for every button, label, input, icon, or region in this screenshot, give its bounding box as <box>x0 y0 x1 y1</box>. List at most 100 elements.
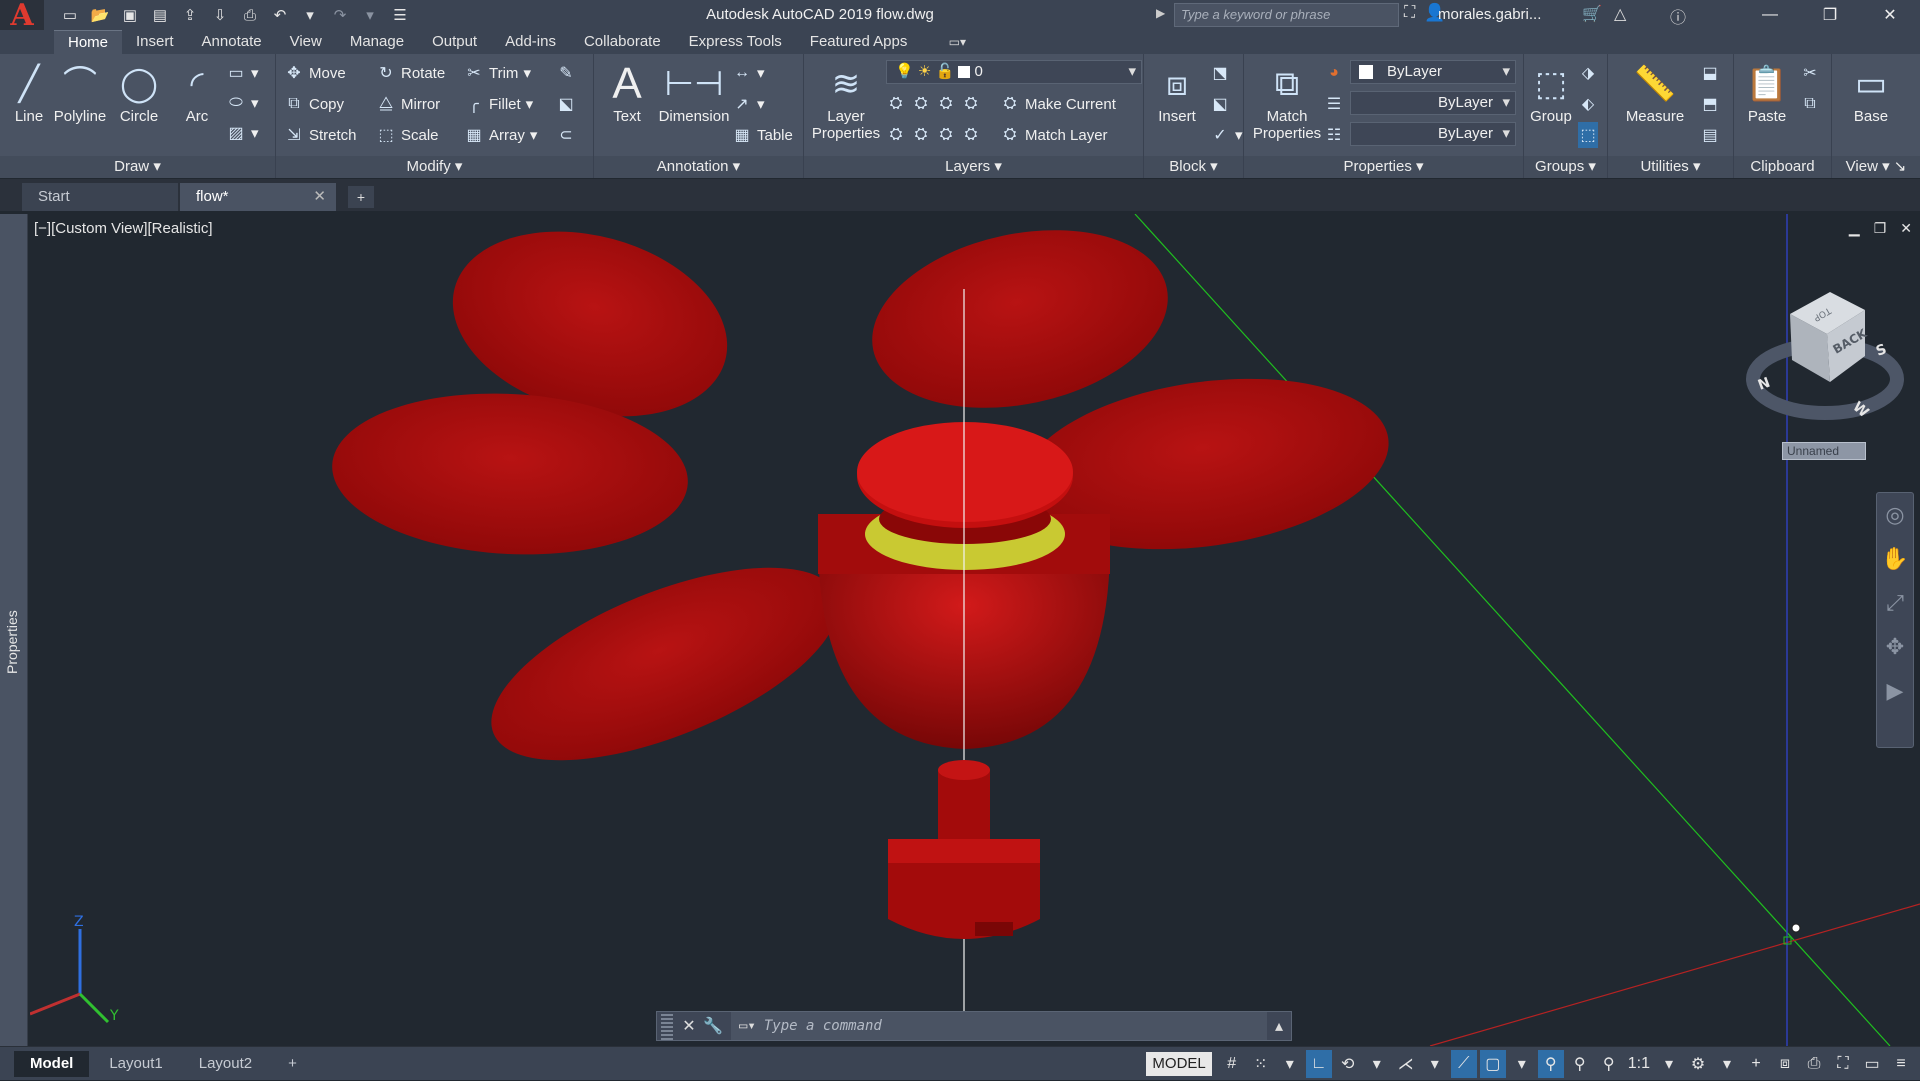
open-file-icon[interactable]: 📂 <box>88 4 112 26</box>
undo-dropdown-icon[interactable]: ▾ <box>298 4 322 26</box>
color-dropdown[interactable]: ByLayer <box>1350 60 1516 84</box>
layer-unisolate-icon[interactable]: ⛭ <box>911 126 931 144</box>
copy-button[interactable]: ⧉ Copy <box>284 91 344 117</box>
groups-panel-title[interactable]: Groups ▾ <box>1524 156 1607 178</box>
annotation-visibility-icon[interactable]: ⚲ <box>1537 1050 1564 1078</box>
workspace-dropdown-icon[interactable]: ▾ <box>1714 1050 1740 1078</box>
tab-express-tools[interactable]: Express Tools <box>675 30 796 54</box>
pan-hand-icon[interactable]: ✋ <box>1877 537 1913 581</box>
scale-dropdown-icon[interactable]: ▾ <box>1656 1050 1682 1078</box>
tab-output[interactable]: Output <box>418 30 491 54</box>
group-selection-button[interactable]: ⬚ <box>1578 122 1598 148</box>
tab-add-ins[interactable]: Add-ins <box>491 30 570 54</box>
color-wheel-icon[interactable]: ◕ <box>1324 60 1344 86</box>
redo-icon[interactable]: ↷ <box>328 4 352 26</box>
select-all-button[interactable]: ⬒ <box>1700 91 1720 117</box>
circle-button[interactable]: ◯ Circle <box>110 60 168 125</box>
layer-on-icon[interactable]: ⛭ <box>886 126 906 144</box>
snap-dropdown-icon[interactable]: ▾ <box>1277 1050 1303 1078</box>
measure-button[interactable]: 📏 Measure <box>1614 60 1696 125</box>
rectangle-button[interactable]: ▭ ▾ <box>226 60 258 86</box>
copy-clip-button[interactable]: ⧉ <box>1800 91 1820 117</box>
isodraft-icon[interactable]: ⋌ <box>1393 1050 1419 1078</box>
cut-button[interactable]: ✂ <box>1800 60 1820 86</box>
application-menu-button[interactable]: A <box>0 0 44 33</box>
redo-dropdown-icon[interactable]: ▾ <box>358 4 382 26</box>
edit-block-button[interactable]: ⬕ <box>1210 91 1230 117</box>
isodraft-dropdown-icon[interactable]: ▾ <box>1422 1050 1448 1078</box>
ucs-menu[interactable]: Unnamed <box>1782 442 1866 460</box>
block-panel-title[interactable]: Block ▾ <box>1144 156 1243 178</box>
hatch-button[interactable]: ▨ ▾ <box>226 120 258 146</box>
make-current-button[interactable]: ⛭ Make Current <box>1000 91 1116 117</box>
polar-dropdown-icon[interactable]: ▾ <box>1364 1050 1390 1078</box>
scale-button[interactable]: ⬚ Scale <box>376 122 438 148</box>
utilities-panel-title[interactable]: Utilities ▾ <box>1608 156 1733 178</box>
customize-qat-icon[interactable]: ☰ <box>388 4 412 26</box>
model-space-badge[interactable]: MODEL <box>1146 1052 1212 1076</box>
tab-insert[interactable]: Insert <box>122 30 188 54</box>
tab-flow-drawing[interactable]: flow* ✕ <box>180 183 336 211</box>
restore-icon[interactable]: ❐ <box>1800 0 1860 30</box>
draw-panel-title[interactable]: Draw ▾ <box>0 156 275 178</box>
quick-select-button[interactable]: ⬓ <box>1700 60 1720 86</box>
linear-dim-button[interactable]: ↔ ▾ <box>732 60 765 86</box>
showmotion-icon[interactable]: ▶ <box>1877 669 1913 713</box>
clean-screen-icon[interactable]: ⛶ <box>1830 1050 1856 1078</box>
ungroup-button[interactable]: ⬗ <box>1578 60 1598 86</box>
tab-featured-apps[interactable]: Featured Apps <box>796 30 922 54</box>
arc-button[interactable]: ◜ Arc <box>168 60 226 125</box>
command-customize-icon[interactable]: 🔧 <box>701 1016 725 1036</box>
linetype-dropdown[interactable]: ByLayer <box>1350 91 1516 115</box>
workspace-gear-icon[interactable]: ⚙ <box>1685 1050 1711 1078</box>
open-web-icon[interactable]: ⇪ <box>178 4 202 26</box>
ribbon-display-toggle-icon[interactable]: ▭▾ <box>937 30 977 54</box>
mirror-button[interactable]: ⧋ Mirror <box>376 91 440 117</box>
stretch-button[interactable]: ⇲ Stretch <box>284 122 356 148</box>
help-icon[interactable]: ⓘ <box>1670 4 1686 28</box>
group-button[interactable]: ⬚ Group <box>1526 60 1576 125</box>
tab-home[interactable]: Home <box>54 30 123 54</box>
layer-freeze-icon[interactable]: ⛭ <box>936 95 956 113</box>
paste-button[interactable]: 📋 Paste <box>1738 60 1796 125</box>
add-layout-button[interactable]: + <box>272 1051 313 1077</box>
tab-layout1[interactable]: Layout1 <box>93 1051 178 1077</box>
erase-button[interactable]: ✎ <box>556 60 576 86</box>
clipboard-panel-title[interactable]: Clipboard <box>1734 156 1831 178</box>
text-button[interactable]: A Text <box>598 60 656 126</box>
cart-icon[interactable]: 🛒 <box>1582 4 1602 24</box>
trim-button[interactable]: ✂ Trim ▾ <box>464 60 531 86</box>
orbit-icon[interactable]: ✥ <box>1877 625 1913 669</box>
layer-properties-button[interactable]: ≋ Layer Properties <box>808 60 884 142</box>
viewport-minimize-icon[interactable]: ▁ <box>1849 220 1860 237</box>
leader-button[interactable]: ↗ ▾ <box>732 91 764 117</box>
command-history-icon[interactable]: ▴ <box>1267 1016 1291 1036</box>
tab-model[interactable]: Model <box>14 1050 90 1077</box>
auto-scale-icon[interactable]: ⚲ <box>1567 1050 1593 1078</box>
minimize-icon[interactable]: — <box>1740 0 1800 30</box>
polar-icon[interactable]: ⟲ <box>1335 1050 1361 1078</box>
customize-menu-icon[interactable]: ≡ <box>1888 1050 1914 1078</box>
grid-icon[interactable]: # <box>1219 1050 1245 1078</box>
layers-panel-title[interactable]: Layers ▾ <box>804 156 1143 178</box>
command-close-icon[interactable]: ✕ <box>677 1016 701 1036</box>
lineweight-dropdown[interactable]: ByLayer <box>1350 122 1516 146</box>
array-button[interactable]: ▦ Array ▾ <box>464 122 537 148</box>
view-panel-title[interactable]: View ▾ ↘ <box>1832 156 1920 178</box>
rotate-button[interactable]: ↻ Rotate <box>376 60 445 86</box>
edit-attributes-button[interactable]: ✓ ▾ <box>1210 122 1242 148</box>
close-icon[interactable]: ✕ <box>1860 0 1920 30</box>
layer-lock-icon[interactable]: ⛭ <box>961 95 981 113</box>
layer-dropdown[interactable]: 💡 ☀ 🔓 0 <box>886 60 1142 84</box>
tab-collaborate[interactable]: Collaborate <box>570 30 675 54</box>
help-search-input[interactable]: Type a keyword or phrase <box>1174 3 1399 27</box>
tab-manage[interactable]: Manage <box>336 30 418 54</box>
fullscreen-icon[interactable]: ▭ <box>1859 1050 1885 1078</box>
undo-icon[interactable]: ↶ <box>268 4 292 26</box>
hardware-acceleration-icon[interactable]: ⎙ <box>1801 1050 1827 1078</box>
viewport-restore-icon[interactable]: ❐ <box>1874 220 1887 237</box>
command-line-grip[interactable] <box>661 1012 673 1040</box>
ortho-icon[interactable]: ∟ <box>1305 1050 1332 1078</box>
tab-layout2[interactable]: Layout2 <box>183 1051 268 1077</box>
group-edit-button[interactable]: ⬖ <box>1578 91 1598 117</box>
